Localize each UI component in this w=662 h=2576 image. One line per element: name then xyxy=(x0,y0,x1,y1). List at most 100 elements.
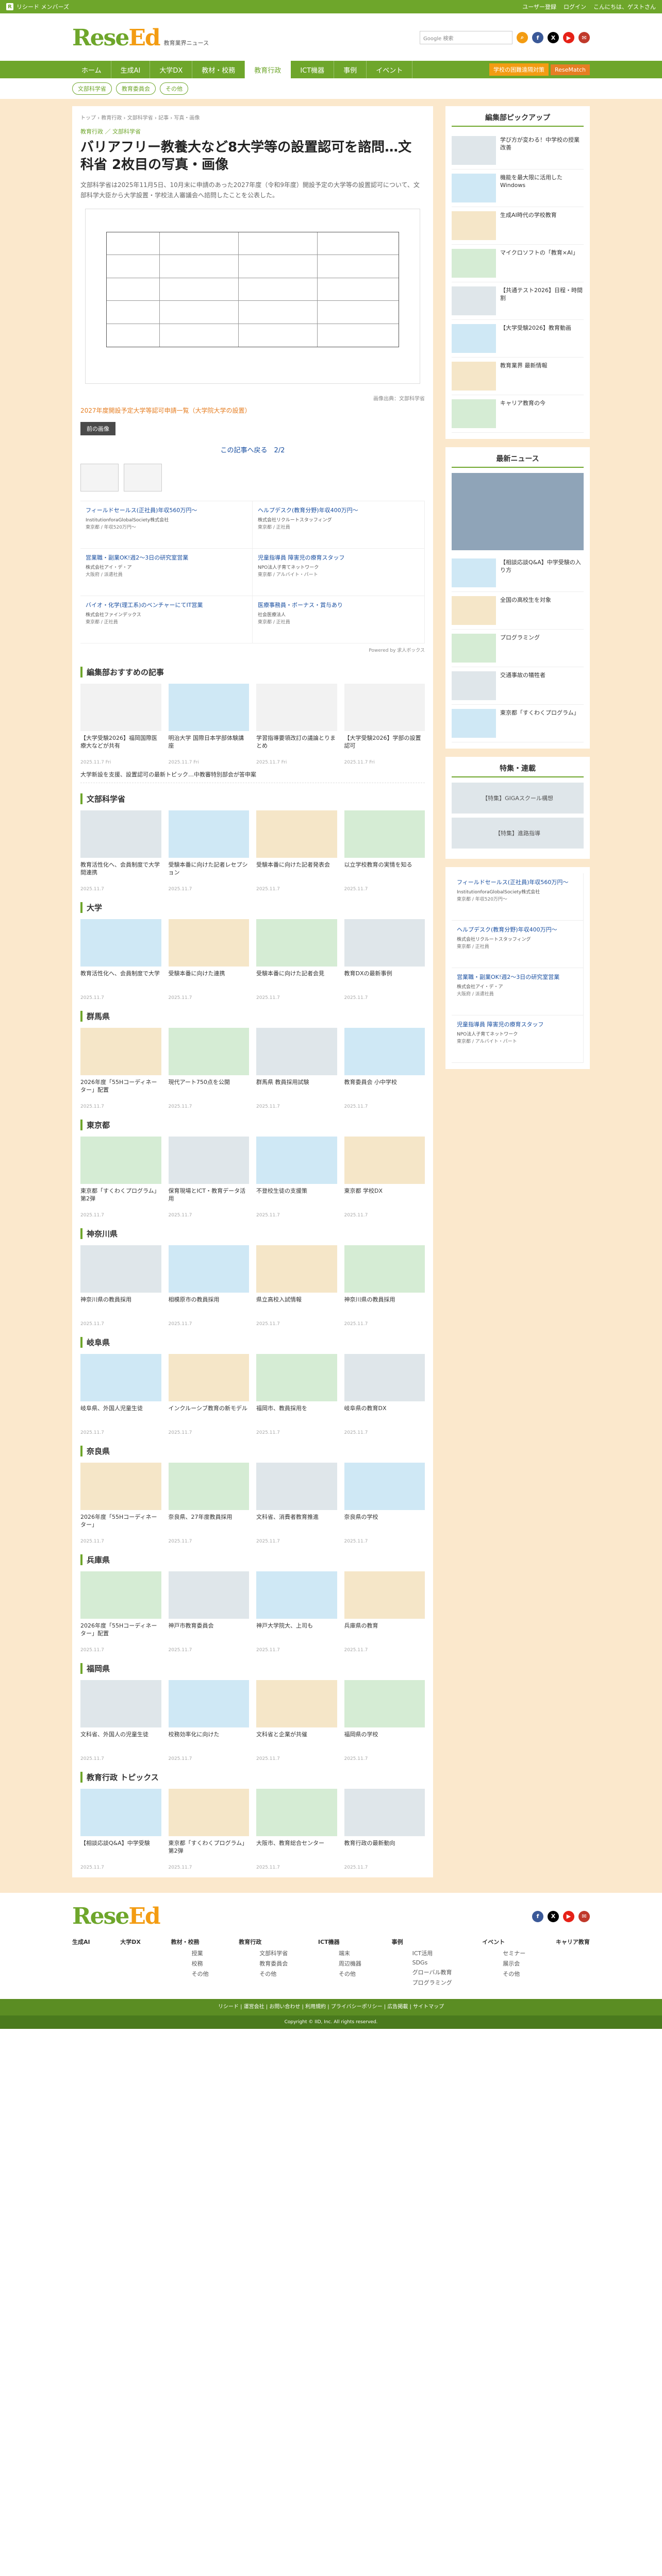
footer-link[interactable]: その他 xyxy=(171,1970,209,1978)
article-card[interactable]: 受験本番に向けた記者会見 2025.11.7 xyxy=(256,919,337,1001)
article-card[interactable]: 学習指導要領改訂の議論とりまとめ 2025.11.7 Fri xyxy=(256,684,337,765)
footer-link[interactable]: 端末 xyxy=(318,1949,361,1957)
article-tags[interactable]: 教育行政 ／ 文部科学省 xyxy=(80,127,425,135)
article-card[interactable]: 受験本番に向けた連携 2025.11.7 xyxy=(168,919,249,1001)
footer-link[interactable]: 校務 xyxy=(171,1959,209,1968)
footer-link[interactable]: ICT活用 xyxy=(392,1949,452,1957)
article-card[interactable]: 神奈川県の教員採用 2025.11.7 xyxy=(344,1245,425,1327)
article-card[interactable]: 【大学受験2026】学部の設置認可 2025.11.7 Fri xyxy=(344,684,425,765)
news-item[interactable]: 全国の高校生を対象 xyxy=(452,592,584,630)
article-card[interactable]: 教育活性化へ、会員制度で大学 2025.11.7 xyxy=(80,919,161,1001)
job-ad[interactable]: フィールドセールス(正社員)年収560万円〜 InstitutionforaGlo… xyxy=(80,501,253,549)
footer-link[interactable]: プログラミング xyxy=(392,1978,452,1987)
article-card[interactable]: 福岡市、教員採用を 2025.11.7 xyxy=(256,1354,337,1435)
article-card[interactable]: 県立高校入試情報 2025.11.7 xyxy=(256,1245,337,1327)
facebook-icon[interactable]: f xyxy=(532,1910,543,1922)
article-card[interactable]: 相模原市の教員採用 2025.11.7 xyxy=(168,1245,249,1327)
article-card[interactable]: 明治大学 国際日本学部体験講座 2025.11.7 Fri xyxy=(168,684,249,765)
job-ad[interactable]: ヘルプデスク(教育分野)年収400万円〜 株式会社リクルートスタッフィング 東京都 … xyxy=(452,921,584,968)
article-card[interactable]: 教育委員会 小中学校 2025.11.7 xyxy=(344,1028,425,1109)
article-card[interactable]: 保育現場とICT・教育データ活用 2025.11.7 xyxy=(168,1137,249,1218)
feature-banner[interactable]: 【特集】進路指導 xyxy=(452,818,584,849)
nav-ict[interactable]: ICT機器 xyxy=(291,61,335,78)
nav-home[interactable]: ホーム xyxy=(72,61,111,78)
article-card[interactable]: 教育DXの最新事例 2025.11.7 xyxy=(344,919,425,1001)
article-card[interactable]: 校務効率化に向けた 2025.11.7 xyxy=(168,1680,249,1761)
article-card[interactable]: 奈良県、27年度教員採用 2025.11.7 xyxy=(168,1463,249,1544)
text-link[interactable]: 大学新設を支援、設置認可の最新トピック…中教審特別部会が答申案 xyxy=(80,770,425,783)
job-ad[interactable]: 児童指導員 障害児の療育スタッフ NPO法人子育てネットワーク 東京都 / アルバイ… xyxy=(253,549,425,596)
footer-link[interactable]: 授業 xyxy=(171,1949,209,1957)
article-card[interactable]: 2026年度「55Hコーディネーター」 2025.11.7 xyxy=(80,1463,161,1544)
article-card[interactable]: 不登校生徒の支援策 2025.11.7 xyxy=(256,1137,337,1218)
footer-link[interactable]: その他 xyxy=(318,1970,361,1978)
article-card[interactable]: 文科省、消費者教育推進 2025.11.7 xyxy=(256,1463,337,1544)
article-card[interactable]: 神戸大学院大、上司も 2025.11.7 xyxy=(256,1571,337,1653)
pickup-item[interactable]: 教育業界 最新情報 xyxy=(452,358,584,395)
search-input[interactable]: Google 検索 xyxy=(420,31,512,44)
search-icon[interactable]: ⌕ xyxy=(517,32,528,43)
pickup-item[interactable]: 【共通テスト2026】日程・時間割 xyxy=(452,282,584,320)
article-card[interactable]: 兵庫県の教育 2025.11.7 xyxy=(344,1571,425,1653)
nav-genai[interactable]: 生成AI xyxy=(111,61,151,78)
job-ad[interactable]: ヘルプデスク(教育分野)年収400万円〜 株式会社リクルートスタッフィング 東京都 … xyxy=(253,501,425,549)
article-card[interactable]: 教育行政の最新動向 2025.11.7 xyxy=(344,1789,425,1870)
members-brand[interactable]: R リシード メンバーズ xyxy=(6,3,69,11)
thumbnail[interactable] xyxy=(124,464,162,492)
pickup-item[interactable]: 学び方が変わる！中学校の授業改善 xyxy=(452,132,584,170)
article-card[interactable]: 受験本番に向けた記者レセプション 2025.11.7 xyxy=(168,810,249,892)
footer-link[interactable]: 教育委員会 xyxy=(239,1959,288,1968)
job-ad[interactable]: 児童指導員 障害児の療育スタッフ NPO法人子育てネットワーク 東京都 / アルバイ… xyxy=(452,1015,584,1063)
job-ad[interactable]: バイオ・化学(理工系)のベンチャーにてIT営業 株式会社ファインデックス 東京都 /… xyxy=(80,596,253,643)
youtube-icon[interactable]: ▶ xyxy=(563,32,574,43)
footer-link[interactable]: その他 xyxy=(239,1970,288,1978)
feature-banner[interactable]: 【特集】GIGAスクール構想 xyxy=(452,783,584,814)
subnav-board[interactable]: 教育委員会 xyxy=(116,82,156,95)
site-logo[interactable]: ReseEd 教育業界ニュース xyxy=(72,25,209,51)
job-ad[interactable]: 営業職・副業OK!週2〜3日の研究室営業 株式会社アイ・デ・ア 大阪府 / 派遣社員 xyxy=(452,968,584,1015)
news-item[interactable]: プログラミング xyxy=(452,630,584,667)
prev-image-button[interactable]: 前の画像 xyxy=(80,422,115,435)
article-card[interactable]: 2026年度「55Hコーディネーター」配置 2025.11.7 xyxy=(80,1571,161,1653)
back-to-article-link[interactable]: この記事へ戻る 2/2 xyxy=(80,445,425,454)
article-card[interactable]: 神奈川県の教員採用 2025.11.7 xyxy=(80,1245,161,1327)
nav-button-remote[interactable]: 学校の困難遠隔対策 xyxy=(489,63,549,76)
nav-univ-dx[interactable]: 大学DX xyxy=(150,61,193,78)
article-card[interactable]: 東京都「すくわくプログラム」第2弾 2025.11.7 xyxy=(168,1789,249,1870)
article-card[interactable]: 【相談応談Q&A】中学受験 2025.11.7 xyxy=(80,1789,161,1870)
pickup-item[interactable]: 機能を最大限に活用したWindows xyxy=(452,170,584,207)
article-card[interactable]: 東京都「すくわくプログラム」第2弾 2025.11.7 xyxy=(80,1137,161,1218)
job-ad[interactable]: フィールドセールス(正社員)年収560万円〜 InstitutionforaGlo… xyxy=(452,873,584,921)
x-icon[interactable]: X xyxy=(548,32,559,43)
article-card[interactable]: 文科省と企業が共催 2025.11.7 xyxy=(256,1680,337,1761)
footer-link[interactable]: グローバル教育 xyxy=(392,1968,452,1976)
article-card[interactable]: 現代アート750点を公開 2025.11.7 xyxy=(168,1028,249,1109)
x-icon[interactable]: X xyxy=(548,1910,559,1922)
facebook-icon[interactable]: f xyxy=(532,32,543,43)
article-card[interactable]: 岐阜県の教育DX 2025.11.7 xyxy=(344,1354,425,1435)
login-link[interactable]: ログイン xyxy=(564,3,586,11)
news-item[interactable]: 東京都「すくわくプログラム」 xyxy=(452,705,584,742)
article-card[interactable]: 奈良県の学校 2025.11.7 xyxy=(344,1463,425,1544)
news-item[interactable]: 交通事故の犠牲者 xyxy=(452,667,584,705)
article-card[interactable]: 教育活性化へ、会員制度で大学間連携 2025.11.7 xyxy=(80,810,161,892)
mail-icon[interactable]: ✉ xyxy=(578,1910,590,1922)
footer-link[interactable]: その他 xyxy=(482,1970,525,1978)
footer-links[interactable]: リシード | 運営会社 | お問い合わせ | 利用規約 | プライバシーポリシー… xyxy=(0,1999,662,2015)
nav-materials[interactable]: 教材・校務 xyxy=(192,61,245,78)
nav-gov[interactable]: 教育行政 xyxy=(245,61,291,78)
register-link[interactable]: ユーザー登録 xyxy=(522,3,556,11)
thumbnail[interactable] xyxy=(80,464,119,492)
article-card[interactable]: 岐阜県、外国人児童生徒 2025.11.7 xyxy=(80,1354,161,1435)
youtube-icon[interactable]: ▶ xyxy=(563,1910,574,1922)
subnav-other[interactable]: その他 xyxy=(160,82,188,95)
article-card[interactable]: 受験本番に向けた記者発表会 2025.11.7 xyxy=(256,810,337,892)
nav-events[interactable]: イベント xyxy=(367,61,413,78)
pickup-item[interactable]: マイクロソフトの「教育×AI」 xyxy=(452,245,584,282)
article-card[interactable]: 【大学受験2026】福岡国際医療大などが共有 2025.11.7 Fri xyxy=(80,684,161,765)
article-card[interactable]: 群馬県 教員採用試験 2025.11.7 xyxy=(256,1028,337,1109)
mail-icon[interactable]: ✉ xyxy=(578,32,590,43)
footer-logo[interactable]: ReseEd xyxy=(72,1903,161,1929)
article-card[interactable]: 2026年度「55Hコーディネーター」配置 2025.11.7 xyxy=(80,1028,161,1109)
footer-link[interactable]: 展示会 xyxy=(482,1959,525,1968)
